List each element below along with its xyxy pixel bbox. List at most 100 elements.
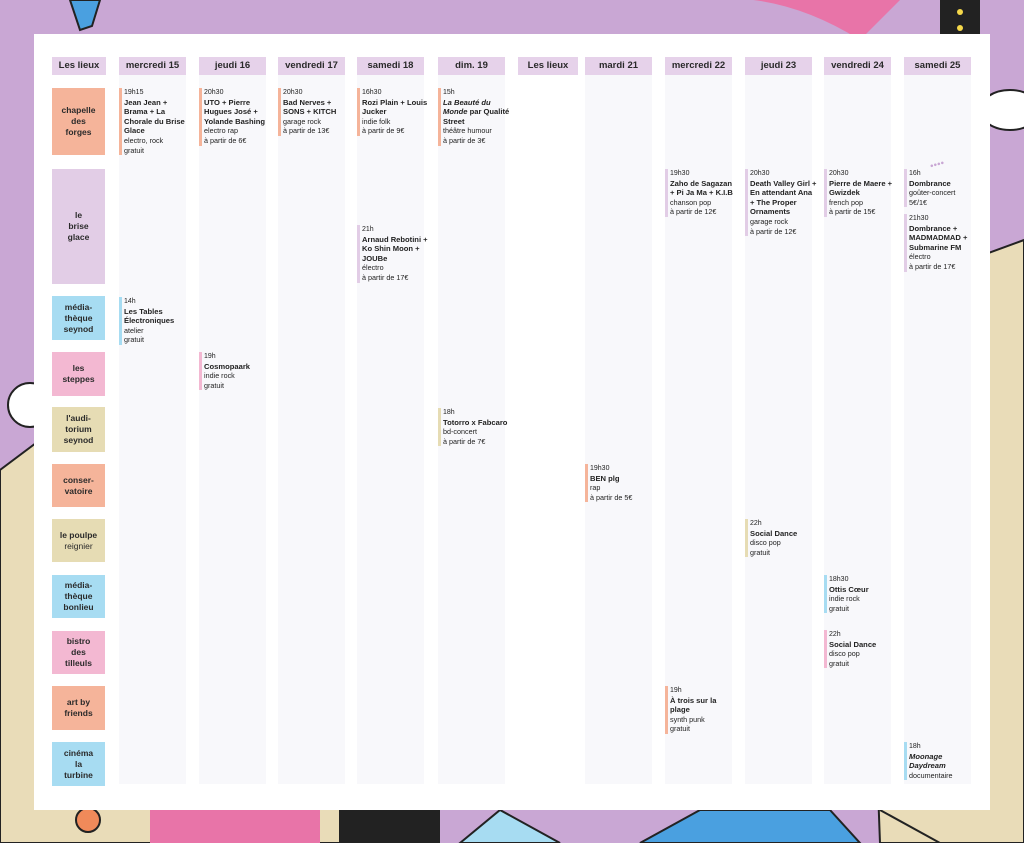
venue-label-line: turbine [64,769,93,780]
venue-label-line: média- [64,301,93,312]
event-color-bar [357,88,360,136]
venue-label-line: le [74,210,83,220]
column-header: samedi 25 [904,57,971,75]
event-detail: gratuit [829,603,849,613]
event-entry[interactable]: 16h Dombrance goûter-concert 5€/1€ [904,169,976,208]
event-title: Totorro x Fabcaro [443,417,508,427]
day-column-1 [119,62,186,784]
event-time: 19h [670,687,682,694]
event-title-italic: Moonage Daydream [909,751,946,771]
venue-label-line: cinéma [63,747,94,758]
event-detail: documentaire [909,770,953,780]
column-header: vendredi 24 [824,57,891,75]
event-detail: à partir de 6€ [204,135,247,145]
event-entry[interactable]: 20h30 Death Valley Girl + En attendant An… [745,169,817,237]
event-entry[interactable]: 19h Cosmopaark indie rock gratuit [199,352,271,391]
event-color-bar [904,169,907,208]
event-entry[interactable]: 20h30 Bad Nerves + SONS + KITCH garage roc… [278,88,350,136]
event-entry[interactable]: 22h Social Dance disco pop gratuit [745,519,817,558]
event-time: 19h15 [124,89,144,96]
event-title: Pierre de Maere + Gwizdek [829,178,893,198]
venue-label: média-thèque seynod [52,296,105,340]
event-color-bar [904,214,907,272]
event-entry[interactable]: 16h30 Rozi Plain + Louis Jucker indie folk… [357,88,429,136]
event-entry[interactable]: 19h15 Jean Jean + Brama + La Chorale du B… [119,88,191,156]
event-time: 18h30 [829,576,849,583]
event-color-bar [199,352,202,391]
venue-label: chapelle des forges [52,88,105,155]
event-detail: à partir de 15€ [829,207,876,217]
event-entry[interactable]: 19h30 BEN plg rap à partir de 5€ [585,464,657,503]
column-header: mercredi 22 [665,57,732,75]
event-entry[interactable]: 22h Social Dance disco pop gratuit [824,630,896,669]
column-header: dim. 19 [438,57,505,75]
event-time: 22h [750,520,762,527]
event-entry[interactable]: 20h30 Pierre de Maere + Gwizdek french pop… [824,169,896,217]
venue-label-line: steppes [62,374,95,384]
venue-label-line: la [74,758,83,769]
event-detail: indie rock [204,371,235,381]
event-title: Dombrance + MADMADMAD + Submarine FM [909,223,968,252]
event-entry[interactable]: 18h Moonage Daydream documentaire [904,742,976,781]
event-time: 20h30 [204,89,224,96]
venue-label: l'audi-torium seynod [52,407,105,452]
event-time: 18h [909,743,921,750]
venue-label-line: chapelle [61,105,96,115]
event-time: 21h [362,226,374,233]
venue-label-line: forges [65,127,92,137]
venue-label: le poulpe reignier [52,519,105,562]
event-title: Death Valley Girl + En attendant Ana + T… [750,178,817,217]
event-detail: à partir de 12€ [750,226,797,236]
venue-label-line: thèque [64,591,93,601]
venue-label-line: tilleuls [65,658,92,668]
event-entry[interactable]: 14h Les Tables Électroniques atelier gratui… [119,297,191,345]
event-time: 16h30 [362,89,382,96]
day-column-7 [585,62,652,784]
column-header: Les lieux [518,57,578,75]
day-column-3 [278,62,345,784]
event-title: À trois sur la plage [670,695,717,715]
event-time: 19h [204,353,216,360]
day-column-2 [199,62,266,784]
event-entry[interactable]: 20h30 UTO + Pierre Hugues José + Yolande … [199,88,271,146]
event-entry[interactable]: 18h30 Ottis Cœur indie rock gratuit [824,575,896,614]
column-header: jeudi 23 [745,57,812,75]
event-title: Dombrance [909,178,951,188]
event-detail: à partir de 3€ [443,135,486,145]
column-header: vendredi 17 [278,57,345,75]
event-color-bar [119,88,122,156]
column-header: mardi 21 [585,57,652,75]
venue-label-line: bistro [66,636,91,646]
venue-label-line: vatoire [64,485,93,496]
event-title: Zaho de Sagazan + Pi Ja Ma + K.I.B [670,178,733,198]
event-detail: disco pop [829,649,860,659]
event-color-bar [745,169,748,237]
event-detail: french pop [829,197,863,207]
event-entry[interactable]: 21h30 Dombrance + MADMADMAD + Submarine F… [904,214,976,272]
event-detail: à partir de 5€ [590,492,633,502]
event-color-bar [824,169,827,217]
event-detail: goûter-concert [909,188,956,198]
venue-label-line: bonlieu [63,602,94,612]
event-title: BEN plg [590,473,620,483]
event-time: 15h [443,89,455,96]
venue-label-line: friends [64,708,93,718]
event-title: Bad Nerves + SONS + KITCH [283,97,337,117]
event-entry[interactable]: 21h Arnaud Rebotini + Ko Shin Moon + JOUB… [357,225,429,283]
venue-label-line: conser- [63,474,94,485]
event-color-bar [119,297,122,345]
event-time: 19h30 [590,465,610,472]
event-entry[interactable]: 15h La Beauté du Monde par Qualité Street… [438,88,510,146]
day-column-4 [357,62,424,784]
event-detail: synth punk [670,714,705,724]
event-entry[interactable]: 18h Totorro x Fabcaro bd-concert à partir d… [438,408,510,447]
venue-label: conser-vatoire [52,464,105,507]
event-detail: atelier [124,325,144,335]
event-detail: gratuit [829,658,849,668]
event-title: Jean Jean + Brama + La Chorale du Brise … [124,97,185,136]
event-entry[interactable]: 19h30 Zaho de Sagazan + Pi Ja Ma + K.I.B c… [665,169,737,217]
event-detail: gratuit [750,547,770,557]
event-title: Social Dance [829,639,877,649]
event-detail: gratuit [670,724,690,734]
event-entry[interactable]: 19h À trois sur la plage synth punk gratuit [665,686,737,734]
